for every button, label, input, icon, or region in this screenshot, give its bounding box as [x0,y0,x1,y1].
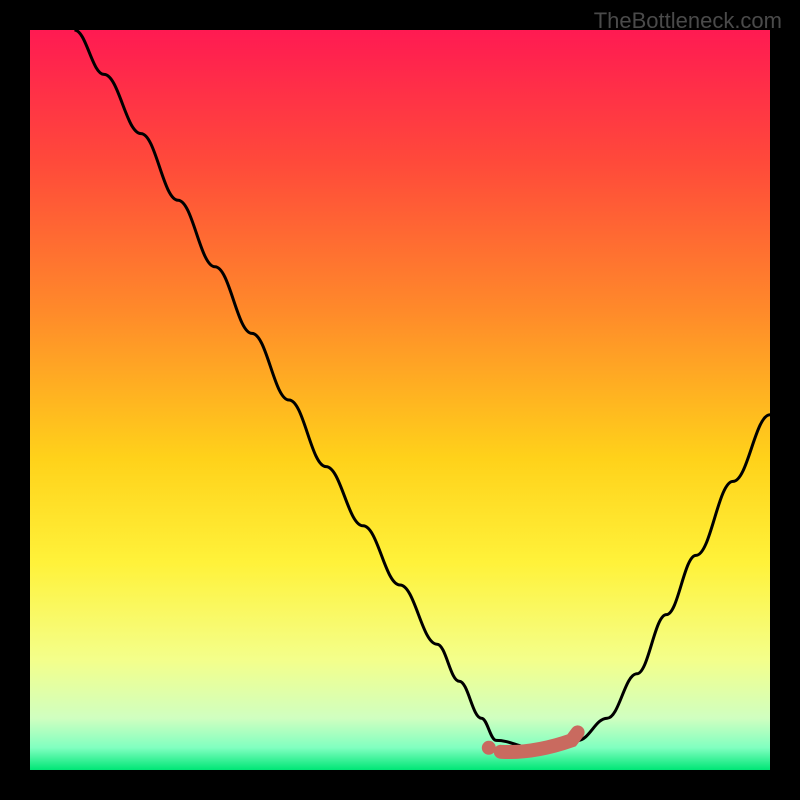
chart-svg [30,30,770,770]
chart-plot-area [30,30,770,770]
watermark-text: TheBottleneck.com [594,8,782,34]
highlight-dot [482,741,496,755]
chart-background [30,30,770,770]
